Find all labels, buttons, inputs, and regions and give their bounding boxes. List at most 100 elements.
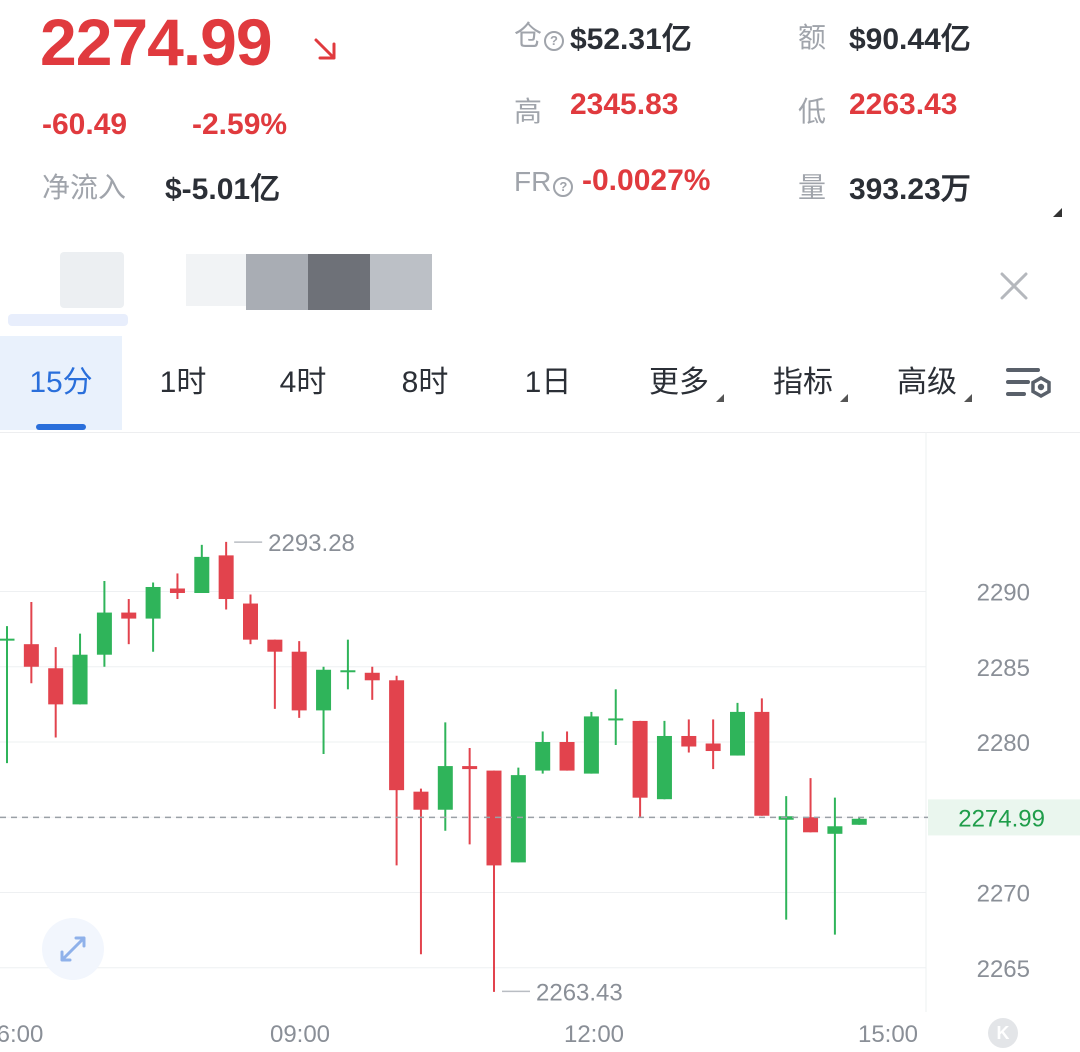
candle[interactable] — [462, 748, 478, 845]
expand-corner-icon[interactable] — [1053, 208, 1062, 217]
candle-body — [96, 612, 112, 655]
candle[interactable] — [48, 647, 64, 738]
candle[interactable] — [437, 722, 453, 831]
help-icon[interactable]: ? — [553, 176, 574, 197]
candle-body — [632, 720, 648, 798]
open-interest: 仓? — [514, 14, 565, 54]
candle[interactable] — [778, 796, 794, 920]
candle[interactable] — [486, 770, 502, 992]
candle[interactable] — [0, 626, 15, 764]
notice-blur — [308, 254, 370, 310]
tab-label: 更多 — [649, 366, 709, 399]
open-interest-value: $52.31亿 — [570, 23, 692, 56]
candle-body — [72, 654, 88, 705]
candle[interactable] — [72, 633, 88, 705]
candle[interactable] — [413, 788, 429, 955]
candle[interactable] — [340, 639, 356, 690]
candle[interactable] — [364, 666, 380, 700]
tab-label: 15分 — [29, 366, 93, 399]
candle[interactable] — [803, 778, 819, 833]
chart-settings-icon[interactable] — [1004, 364, 1054, 404]
caret-icon — [840, 394, 848, 402]
candle[interactable] — [96, 580, 112, 667]
candle[interactable] — [145, 582, 161, 652]
candle[interactable] — [681, 719, 697, 753]
x-tick-label: 12:00 — [564, 1021, 624, 1048]
candle[interactable] — [169, 573, 185, 600]
candle-body — [389, 680, 405, 791]
candle-body — [169, 588, 185, 594]
candle-body — [218, 555, 234, 600]
help-icon[interactable]: ? — [544, 30, 565, 51]
candle-body — [462, 766, 478, 770]
candle[interactable] — [267, 639, 283, 709]
candle-body — [827, 826, 843, 834]
k-line-badge-icon[interactable]: K — [988, 1018, 1018, 1048]
tab-label: 1时 — [159, 366, 207, 399]
candle-body — [194, 556, 210, 594]
candle[interactable] — [121, 599, 137, 645]
candle[interactable] — [535, 731, 551, 774]
tab-1h[interactable]: 1时 — [138, 336, 228, 430]
expand-icon — [60, 936, 86, 962]
volume-label: 量 — [798, 172, 827, 203]
notice-blur — [8, 314, 128, 326]
candle-body — [559, 742, 575, 771]
candle[interactable] — [243, 594, 258, 645]
candle[interactable] — [656, 720, 672, 800]
y-tick-label: 2290 — [977, 580, 1030, 607]
last-price-tag: 2274.99 — [958, 805, 1045, 832]
candle-body — [656, 735, 672, 800]
active-tab-indicator — [36, 424, 86, 430]
candle[interactable] — [316, 666, 332, 755]
candle[interactable] — [194, 544, 210, 594]
candle[interactable] — [608, 689, 624, 746]
candle[interactable] — [389, 675, 405, 866]
candle-body — [23, 644, 39, 667]
candle[interactable] — [291, 641, 307, 718]
price-change-percent: -2.59% — [192, 108, 288, 141]
close-icon[interactable] — [996, 268, 1032, 304]
tab-1d[interactable]: 1日 — [503, 336, 593, 430]
candle[interactable] — [851, 817, 867, 825]
high-value: 2345.83 — [570, 88, 679, 121]
tab-more[interactable]: 更多 — [636, 336, 724, 430]
candle-body — [510, 775, 526, 863]
notice-banner[interactable] — [0, 232, 1080, 332]
candlestick-chart[interactable]: 229022852280227022656:00 09:00 12:00 15:00 … — [0, 432, 1080, 1052]
down-arrow-icon — [314, 38, 336, 60]
low-value: 2263.43 — [849, 88, 958, 121]
candle[interactable] — [218, 541, 234, 610]
candle[interactable] — [705, 719, 721, 770]
interval-tabs: 15分 1时 4时 8时 1日 更多 指标 高级 — [0, 336, 1080, 433]
candle[interactable] — [827, 797, 843, 935]
candle-body — [340, 670, 356, 673]
candle-body — [243, 603, 258, 640]
notice-blur — [60, 252, 124, 308]
tab-4h[interactable]: 4时 — [258, 336, 348, 430]
candle[interactable] — [23, 602, 39, 684]
net-inflow-label: 净流入 — [42, 172, 127, 203]
candle-body — [316, 669, 332, 711]
turnover-label: 额 — [798, 22, 827, 53]
tab-15min[interactable]: 15分 — [0, 336, 122, 430]
candle[interactable] — [510, 767, 526, 863]
fullscreen-button[interactable] — [42, 918, 104, 980]
last-price: 2274.99 — [40, 5, 273, 79]
min-annotation-label: 2263.43 — [536, 979, 623, 1006]
candle[interactable] — [754, 698, 770, 816]
tab-indicators[interactable]: 指标 — [760, 336, 848, 430]
tab-label: 1日 — [524, 366, 572, 399]
tab-advanced[interactable]: 高级 — [884, 336, 972, 430]
candle[interactable] — [730, 702, 745, 756]
candle-body — [145, 586, 161, 619]
candle[interactable] — [559, 731, 575, 771]
candle-body — [681, 735, 697, 747]
candle-body — [364, 672, 380, 681]
candle-body — [583, 716, 599, 774]
x-tick-label: 09:00 — [270, 1021, 330, 1048]
tab-8h[interactable]: 8时 — [380, 336, 470, 430]
turnover-value: $90.44亿 — [849, 23, 971, 56]
candle[interactable] — [583, 711, 599, 774]
candle[interactable] — [632, 720, 648, 818]
